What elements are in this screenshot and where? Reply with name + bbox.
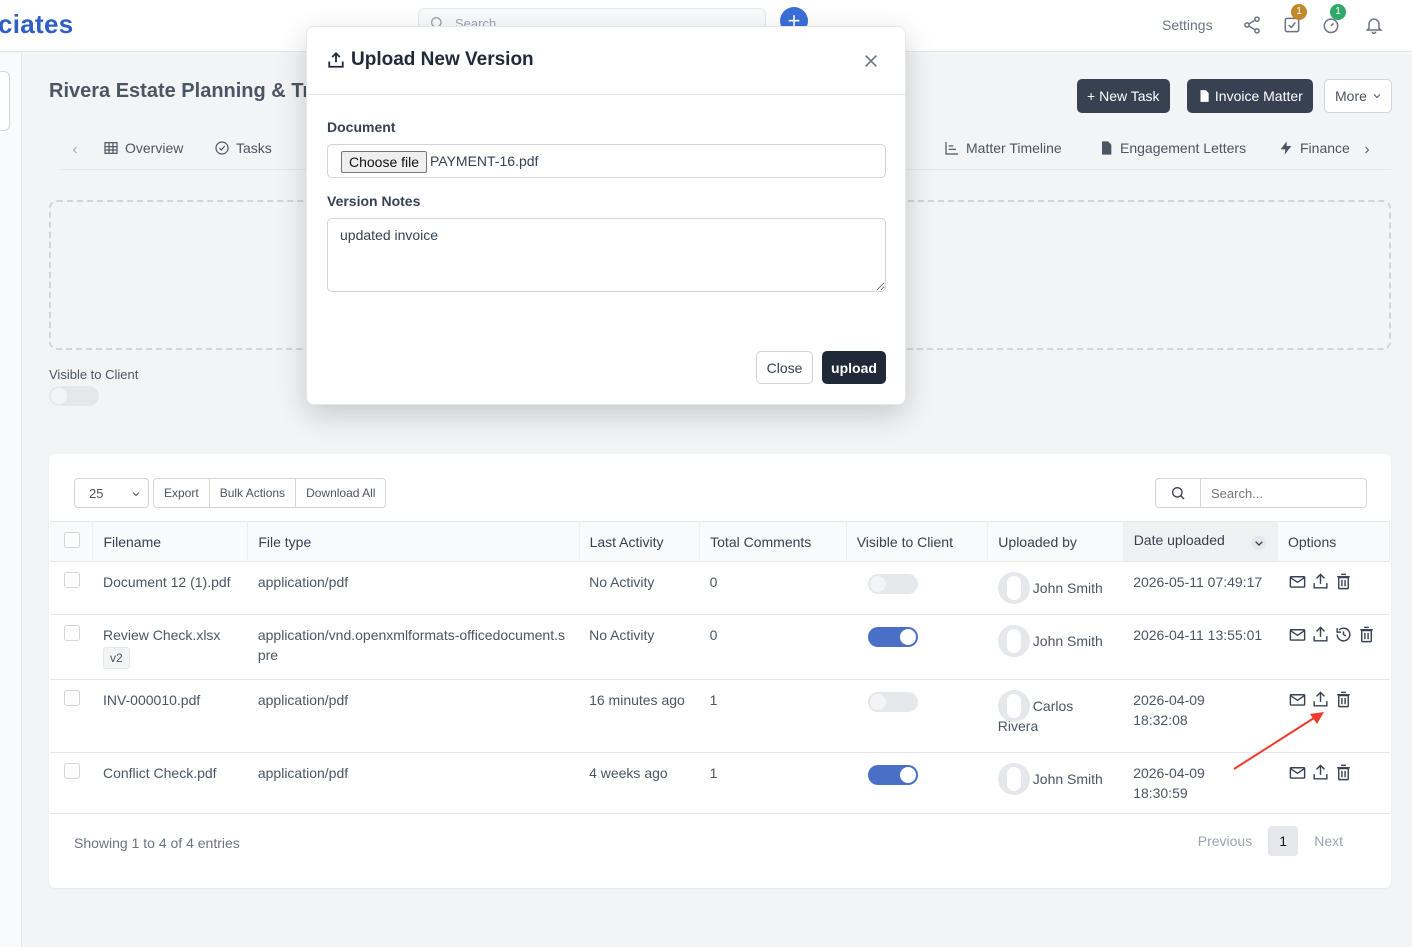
selected-file-name: PAYMENT-16.pdf bbox=[430, 153, 539, 169]
document-label: Document bbox=[327, 119, 396, 135]
choose-file-button[interactable]: Choose file bbox=[341, 151, 428, 173]
close-button[interactable]: Close bbox=[756, 351, 813, 384]
upload-version-modal: Upload New Version Document Choose file … bbox=[306, 26, 906, 405]
upload-button[interactable]: upload bbox=[822, 351, 886, 384]
modal-header: Upload New Version bbox=[307, 27, 905, 95]
app-root: ciates Search + Settings 1 1 Rivera Esta… bbox=[0, 0, 1412, 947]
modal-close-icon[interactable] bbox=[863, 53, 879, 72]
modal-title: Upload New Version bbox=[327, 49, 534, 71]
version-notes-textarea[interactable]: updated invoice bbox=[327, 218, 886, 292]
upload-icon bbox=[328, 51, 344, 68]
document-file-input[interactable]: Choose file PAYMENT-16.pdf bbox=[327, 144, 886, 178]
version-notes-label: Version Notes bbox=[327, 193, 421, 209]
modal-title-text: Upload New Version bbox=[351, 49, 534, 70]
